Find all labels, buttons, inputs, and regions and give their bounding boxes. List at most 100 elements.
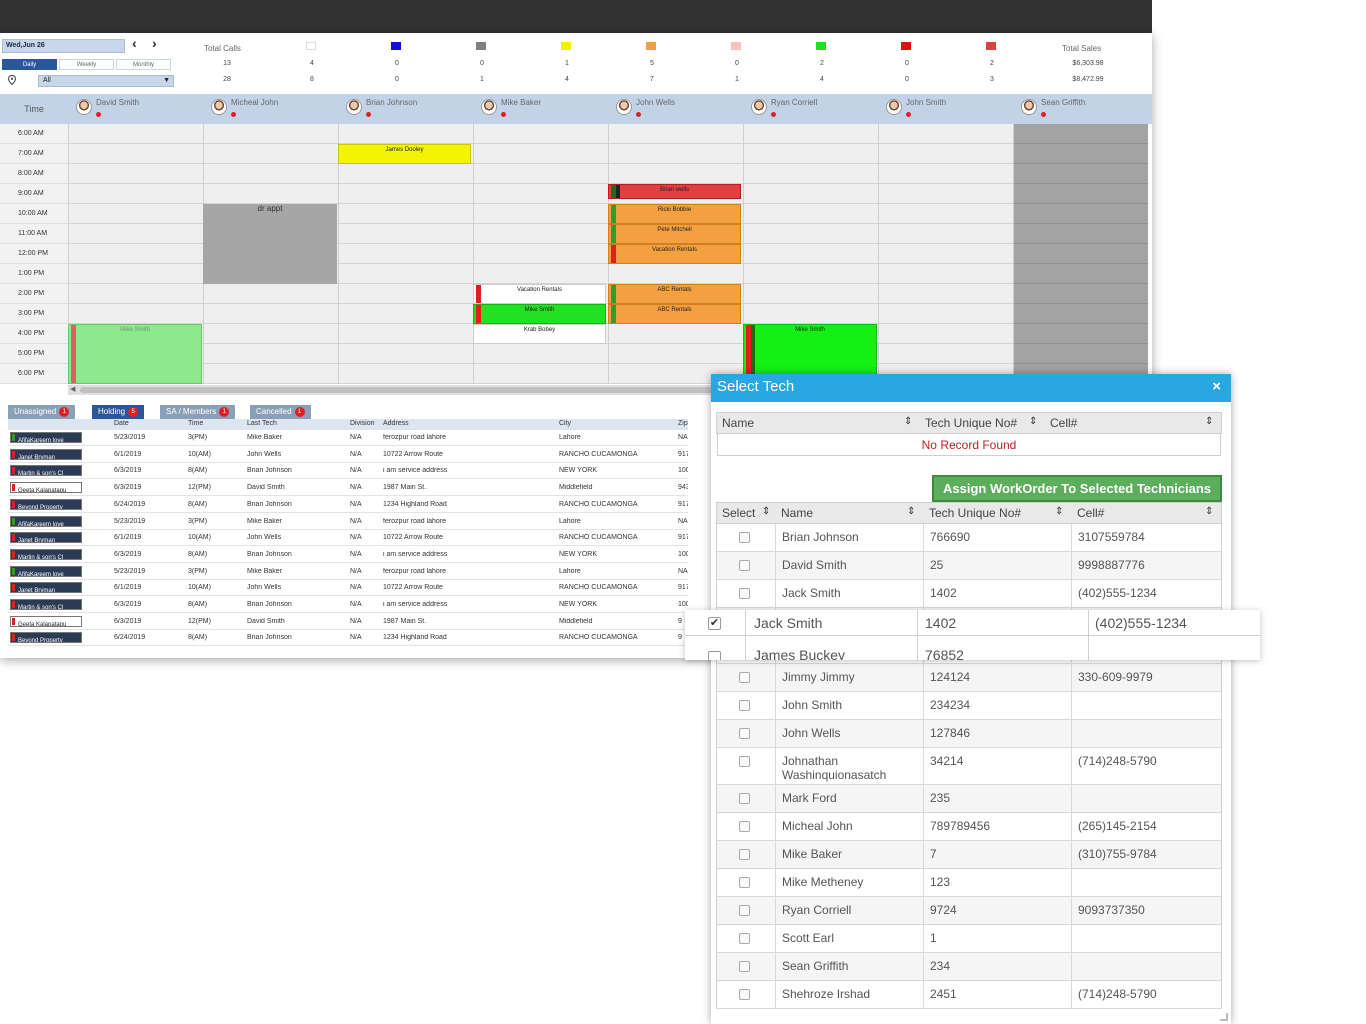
tech-row[interactable]: Mike Metheney 123: [716, 869, 1222, 897]
tech-row[interactable]: Mike Baker 7 (310)755-9784: [716, 841, 1222, 869]
select-checkbox[interactable]: [739, 849, 750, 860]
sort-icon[interactable]: ⇕: [904, 416, 912, 427]
tech-header[interactable]: John Smith: [878, 94, 1013, 124]
table-row[interactable]: Janet Bryman 6/1/2019 10(AM) John Wells N/A 1…: [8, 530, 688, 547]
appointment[interactable]: ABC Rentals: [608, 304, 741, 324]
select-checkbox[interactable]: [739, 821, 750, 832]
select-checkbox[interactable]: [739, 961, 750, 972]
customer-tag[interactable]: Geeta Kalapatapu: [10, 615, 82, 627]
scroll-left-icon[interactable]: ◀: [70, 385, 75, 393]
tech-row[interactable]: Ryan Corriell 9724 9093737350: [716, 897, 1222, 925]
sort-icon[interactable]: ⇕: [762, 506, 770, 517]
table-row[interactable]: AfifaKareem love 5/23/2019 3(PM) Mike Baker…: [8, 430, 688, 446]
appointment[interactable]: dr appt: [203, 204, 337, 284]
select-checkbox[interactable]: [708, 651, 721, 660]
resize-handle-icon[interactable]: [1220, 1013, 1228, 1021]
customer-tag[interactable]: AfifaKareem love: [10, 565, 82, 577]
select-checkbox[interactable]: [739, 588, 750, 599]
table-row[interactable]: Beyond Property 6/24/2019 8(AM) Brian Johns…: [8, 630, 688, 647]
next-day-icon[interactable]: ›: [152, 35, 157, 51]
tech-row[interactable]: Shehroze Irshad 2451 (714)248-5790: [716, 981, 1222, 1009]
tech-row[interactable]: Scott Earl 1: [716, 925, 1222, 953]
select-checkbox[interactable]: [739, 672, 750, 683]
sort-icon[interactable]: ⇕: [907, 506, 915, 517]
table-row[interactable]: Janet Bryman 6/1/2019 10(AM) John Wells N/A 1…: [8, 447, 688, 463]
tech-column[interactable]: [473, 124, 608, 384]
tech-header[interactable]: Mike Baker: [473, 94, 608, 124]
tech-header[interactable]: David Smith: [68, 94, 203, 124]
table-row[interactable]: AfifaKareem love 5/23/2019 3(PM) Mike Baker…: [8, 564, 688, 580]
prev-day-icon[interactable]: ‹: [132, 35, 137, 51]
assign-workorder-button[interactable]: Assign WorkOrder To Selected Technicians: [932, 475, 1222, 502]
appointment[interactable]: Ricki Bobbie: [608, 204, 741, 224]
table-row[interactable]: AfifaKareem love 5/23/2019 3(PM) Mike Baker…: [8, 514, 688, 530]
select-checkbox[interactable]: [739, 933, 750, 944]
tab-sa-members[interactable]: SA / Members 1: [160, 405, 236, 419]
appointment[interactable]: Krab Bobey: [473, 324, 606, 344]
select-checkbox[interactable]: [739, 728, 750, 739]
view-weekly-button[interactable]: Weekly: [59, 59, 114, 70]
tech-row[interactable]: John Smith 234234: [716, 692, 1222, 720]
tech-row[interactable]: Jack Smith 1402 (402)555-1234: [716, 580, 1222, 608]
appointment[interactable]: Mike Smith: [68, 324, 202, 384]
customer-tag[interactable]: AfifaKareem love: [10, 515, 82, 527]
column-header[interactable]: Tech Unique No#: [929, 506, 1021, 520]
select-checkbox-checked[interactable]: ✔: [708, 617, 721, 630]
column-header[interactable]: Select: [722, 506, 755, 520]
appointment[interactable]: ABC Rentals: [608, 284, 741, 304]
scrollbar-thumb[interactable]: [80, 387, 780, 393]
date-picker[interactable]: Wed,Jun 26: [2, 39, 125, 53]
column-header[interactable]: Name: [722, 416, 754, 430]
sort-icon[interactable]: ⇕: [1055, 506, 1063, 517]
tech-row[interactable]: Brian Johnson 766690 3107559784: [716, 524, 1222, 552]
table-row[interactable]: Beyond Property 6/24/2019 8(AM) Brian Johns…: [8, 497, 688, 513]
tech-column[interactable]: [878, 124, 1013, 384]
table-row[interactable]: Martin & son's Cl 6/3/2019 8(AM) Brian John…: [8, 597, 688, 613]
column-header[interactable]: Name: [781, 506, 813, 520]
customer-tag[interactable]: Janet Bryman: [10, 448, 82, 460]
table-row[interactable]: Geeta Kalapatapu 6/3/2019 12(PM) David Smit…: [8, 614, 688, 630]
select-checkbox[interactable]: [739, 793, 750, 804]
column-header[interactable]: Tech Unique No#: [925, 416, 1017, 430]
location-select[interactable]: All ▼: [38, 75, 174, 87]
customer-tag[interactable]: Janet Bryman: [10, 582, 82, 594]
appointment[interactable]: Mike Smith: [473, 304, 606, 324]
tab-cancelled[interactable]: Cancelled 1: [250, 405, 311, 419]
select-checkbox[interactable]: [739, 532, 750, 543]
view-monthly-button[interactable]: Monthly: [116, 59, 171, 70]
customer-tag[interactable]: Geeta Kalapatapu: [10, 482, 82, 494]
table-row[interactable]: Martin & son's Cl 6/3/2019 8(AM) Brian John…: [8, 463, 688, 480]
tech-row[interactable]: David Smith 25 9998887776: [716, 552, 1222, 580]
customer-tag[interactable]: Martin & son's Cl: [10, 599, 82, 610]
tech-header[interactable]: Micheal John: [203, 94, 338, 124]
sort-icon[interactable]: ⇕: [1205, 506, 1213, 517]
select-checkbox[interactable]: [739, 560, 750, 571]
tech-header[interactable]: John Wells: [608, 94, 743, 124]
select-checkbox[interactable]: [739, 877, 750, 888]
customer-tag[interactable]: Janet Bryman: [10, 532, 82, 544]
close-icon[interactable]: ×: [1212, 378, 1221, 395]
appointment[interactable]: Vacation Rentals: [473, 284, 606, 304]
customer-tag[interactable]: Martin & son's Cl: [10, 548, 82, 560]
sort-icon[interactable]: ⇕: [1029, 416, 1037, 427]
appointment[interactable]: Pete Mitchell: [608, 224, 741, 244]
view-daily-button[interactable]: Daily: [2, 59, 57, 70]
column-header[interactable]: Cell#: [1077, 506, 1104, 520]
customer-tag[interactable]: AfifaKareem love: [10, 432, 82, 443]
customer-tag[interactable]: Beyond Property: [10, 632, 82, 644]
table-row[interactable]: Janet Bryman 6/1/2019 10(AM) John Wells N/A 1…: [8, 580, 688, 597]
table-row[interactable]: Martin & son's Cl 6/3/2019 8(AM) Brian John…: [8, 547, 688, 563]
select-checkbox[interactable]: [739, 700, 750, 711]
select-checkbox[interactable]: [739, 905, 750, 916]
tab-holding[interactable]: Holding 5: [92, 405, 145, 419]
tech-row[interactable]: John Wells 127846: [716, 720, 1222, 748]
appointment[interactable]: James Dooley: [338, 144, 471, 164]
tech-row[interactable]: Sean Griffith 234: [716, 953, 1222, 981]
tech-row[interactable]: Johnathan Washinquionasatch 34214 (714)248…: [716, 748, 1222, 785]
tech-header[interactable]: Brian Johnson: [338, 94, 473, 124]
tech-header[interactable]: Ryan Corriell: [743, 94, 878, 124]
customer-tag[interactable]: Martin & son's Cl: [10, 465, 82, 477]
appointment[interactable]: Brian wells: [608, 184, 741, 199]
sort-icon[interactable]: ⇕: [1205, 416, 1213, 427]
tab-unassigned[interactable]: Unassigned 1: [8, 405, 76, 419]
